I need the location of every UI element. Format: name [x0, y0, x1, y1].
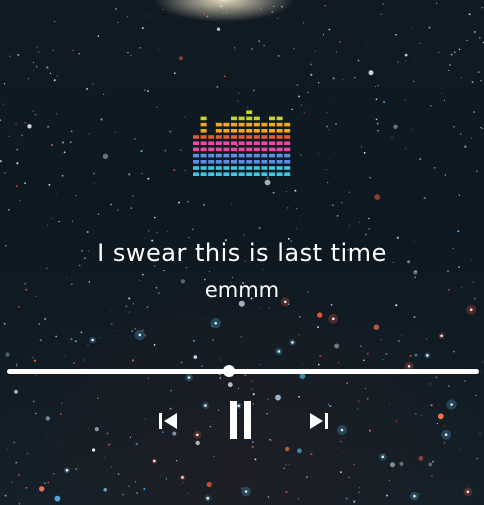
skip-previous-icon — [159, 413, 177, 429]
pause-button[interactable] — [226, 399, 256, 441]
skip-next-icon — [310, 413, 328, 429]
pause-icon — [230, 401, 251, 439]
progress-thumb[interactable] — [222, 365, 235, 377]
next-button[interactable] — [305, 408, 331, 434]
music-player: I swear this is last time emmm — [0, 0, 484, 505]
equalizer-icon — [193, 110, 291, 176]
song-title: I swear this is last time — [97, 239, 387, 267]
song-artist: emmm — [204, 278, 280, 302]
progress-bar[interactable] — [7, 369, 479, 374]
previous-button[interactable] — [156, 408, 182, 434]
